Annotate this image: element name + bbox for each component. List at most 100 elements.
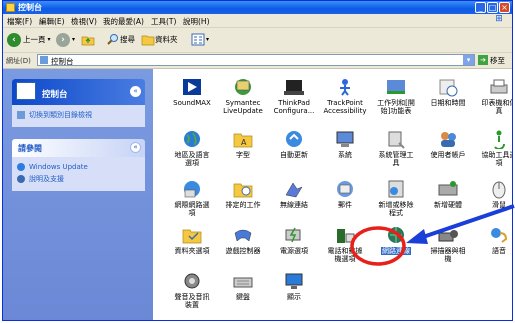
item-label: 新增硬體 (434, 201, 462, 209)
control-panel-item-keyboard[interactable]: 鍵盤 (217, 271, 269, 301)
item-label: 地區及語言 選項 (174, 151, 210, 167)
chevron-down-icon: ▾ (206, 36, 210, 43)
menu-view[interactable]: 檢視(V) (71, 16, 97, 27)
item-label: 網路連線 (381, 247, 411, 255)
scanner-icon (437, 225, 459, 245)
item-label: 滑鼠 (492, 201, 506, 209)
control-panel-items: SoundMAX Symantec LiveUpdate ThinkPad Conf… (154, 69, 513, 320)
control-panel-item-game-controller[interactable]: 遊戲控制器 (217, 225, 269, 255)
help-and-support-link[interactable]: 說明及支援 (17, 173, 140, 185)
item-label: 系統 (338, 151, 352, 159)
control-panel-item-trackpoint[interactable]: TrackPoint Accessibility (319, 77, 371, 115)
folders-icon (141, 35, 155, 46)
see-also-title: 請參閱 (18, 144, 42, 153)
control-panel-item-add-remove[interactable]: 新增或移除 程式 (370, 179, 422, 217)
control-panel-item-mouse[interactable]: 滑鼠 (473, 179, 512, 209)
minimize-button[interactable]: _ (475, 2, 486, 13)
menu-tools[interactable]: 工具(T) (151, 16, 176, 27)
address-input[interactable]: 控制台 ▾ (37, 54, 475, 66)
control-panel-item-clock[interactable]: 日期和時間 (422, 77, 474, 107)
chevron-down-icon: ▾ (47, 36, 51, 43)
control-panel-item-scheduled-tasks[interactable]: 排定的工作 (217, 179, 269, 209)
forward-arrow-icon: › (56, 32, 70, 47)
forward-button[interactable]: › ▾ (56, 31, 75, 48)
menu-file[interactable]: 檔案(F) (7, 16, 32, 27)
power-icon (283, 225, 305, 245)
trackpoint-icon (334, 77, 356, 97)
control-panel-item-liveupdate[interactable]: Symantec LiveUpdate (217, 77, 269, 115)
item-label: 排定的工作 (225, 201, 261, 209)
control-panel-item-auto-update[interactable]: 自動更新 (268, 129, 320, 159)
control-panel-item-network[interactable]: 網路連線 (370, 225, 422, 255)
title-bar[interactable]: 控制台 _ □ × (3, 1, 512, 14)
item-label: 語音 (492, 247, 506, 255)
go-button[interactable]: ➔ 移至 (478, 54, 505, 66)
menu-edit[interactable]: 編輯(E) (39, 16, 65, 27)
control-panel-icon (16, 82, 36, 100)
accessibility-icon (488, 129, 510, 149)
control-panel-item-accessibility[interactable]: 協助工具選 項 (473, 129, 513, 167)
control-panel-item-internet-options[interactable]: 網際網路選 項 (166, 179, 218, 217)
item-label: 自動更新 (280, 151, 308, 159)
control-panel-item-printer[interactable]: 印表機和傳 真 (473, 77, 512, 115)
views-button[interactable]: ▾ (191, 31, 209, 48)
control-panel-item-fonts-folder[interactable]: A 字型 (217, 129, 269, 159)
control-panel-item-soundmax[interactable]: SoundMAX (166, 77, 218, 107)
control-panel-item-sound[interactable]: 聲音及音訊 裝置 (166, 271, 218, 309)
item-label: 新增或移除 程式 (378, 201, 414, 217)
windows-update-link[interactable]: Windows Update (17, 161, 140, 173)
item-label: 協助工具選 項 (481, 151, 513, 167)
control-panel-item-system[interactable]: 系統 (319, 129, 371, 159)
keyboard-icon (232, 271, 254, 291)
views-icon (191, 33, 205, 46)
control-panel-item-thinkpad[interactable]: ThinkPad Configura... (268, 77, 320, 115)
switch-to-category-view-link[interactable]: 切換到類別目錄檢視 (17, 109, 140, 121)
mail-icon (334, 179, 356, 199)
menu-favorites[interactable]: 我的最愛(A) (103, 16, 144, 27)
item-label: 工作列和[開 始]功能表 (377, 99, 415, 115)
menu-help[interactable]: 說明(H) (183, 16, 210, 27)
search-button[interactable]: 搜尋 (106, 31, 135, 48)
speech-icon (488, 225, 510, 245)
close-button[interactable]: × (499, 2, 510, 13)
control-panel-item-admin-tools[interactable]: 系統管理工 具 (370, 129, 422, 167)
collapse-icon[interactable]: « (130, 86, 141, 97)
control-panel-item-add-hardware[interactable]: 新增硬體 (422, 179, 474, 209)
internet-options-icon (181, 179, 203, 199)
control-panel-item-folder-options[interactable]: 資料夾選項 (166, 225, 218, 255)
control-panel-item-display[interactable]: 顯示 (268, 271, 320, 301)
thinkpad-icon (283, 77, 305, 97)
display-icon (283, 271, 305, 291)
go-arrow-icon: ➔ (478, 55, 488, 65)
control-panel-item-users[interactable]: 使用者帳戶 (422, 129, 474, 159)
control-panel-item-globe[interactable]: 地區及語言 選項 (166, 129, 218, 167)
up-folder-button[interactable] (81, 31, 95, 48)
link-label: 切換到類別目錄檢視 (29, 111, 92, 119)
mouse-icon (488, 179, 510, 199)
liveupdate-icon (232, 77, 254, 97)
item-label: 掃描器與相 機 (430, 247, 466, 263)
search-icon (107, 34, 118, 45)
control-panel-item-wireless-link[interactable]: 無線連結 (268, 179, 320, 209)
link-label: 說明及支援 (29, 175, 64, 183)
address-dropdown-button[interactable]: ▾ (463, 55, 474, 65)
control-panel-item-power[interactable]: 電源選項 (268, 225, 320, 255)
see-also-body: Windows Update 說明及支援 (12, 157, 145, 191)
back-button[interactable]: ‹ 上一頁 ▾ (7, 31, 51, 48)
control-panel-item-scanner[interactable]: 掃描器與相 機 (422, 225, 474, 263)
control-panel-item-phone-modem[interactable]: 電話和數據 機選項 (319, 225, 371, 263)
see-also-header[interactable]: 請參閱 « (12, 139, 145, 157)
folders-button[interactable]: 資料夾 (141, 31, 178, 48)
control-panel-item-speech[interactable]: 語音 (473, 225, 512, 255)
control-panel-item-mail[interactable]: 郵件 (319, 179, 371, 209)
soundmax-icon (181, 77, 203, 97)
collapse-icon[interactable]: « (130, 142, 141, 153)
phone-modem-icon (334, 225, 356, 245)
system-icon (334, 129, 356, 149)
control-panel-group-header[interactable]: 控制台 « (12, 79, 145, 105)
control-panel-item-taskbar[interactable]: 工作列和[開 始]功能表 (370, 77, 422, 115)
control-panel-icon (6, 3, 15, 12)
item-label: 網際網路選 項 (174, 201, 210, 217)
go-label: 移至 (490, 55, 505, 65)
maximize-button[interactable]: □ (487, 2, 498, 13)
